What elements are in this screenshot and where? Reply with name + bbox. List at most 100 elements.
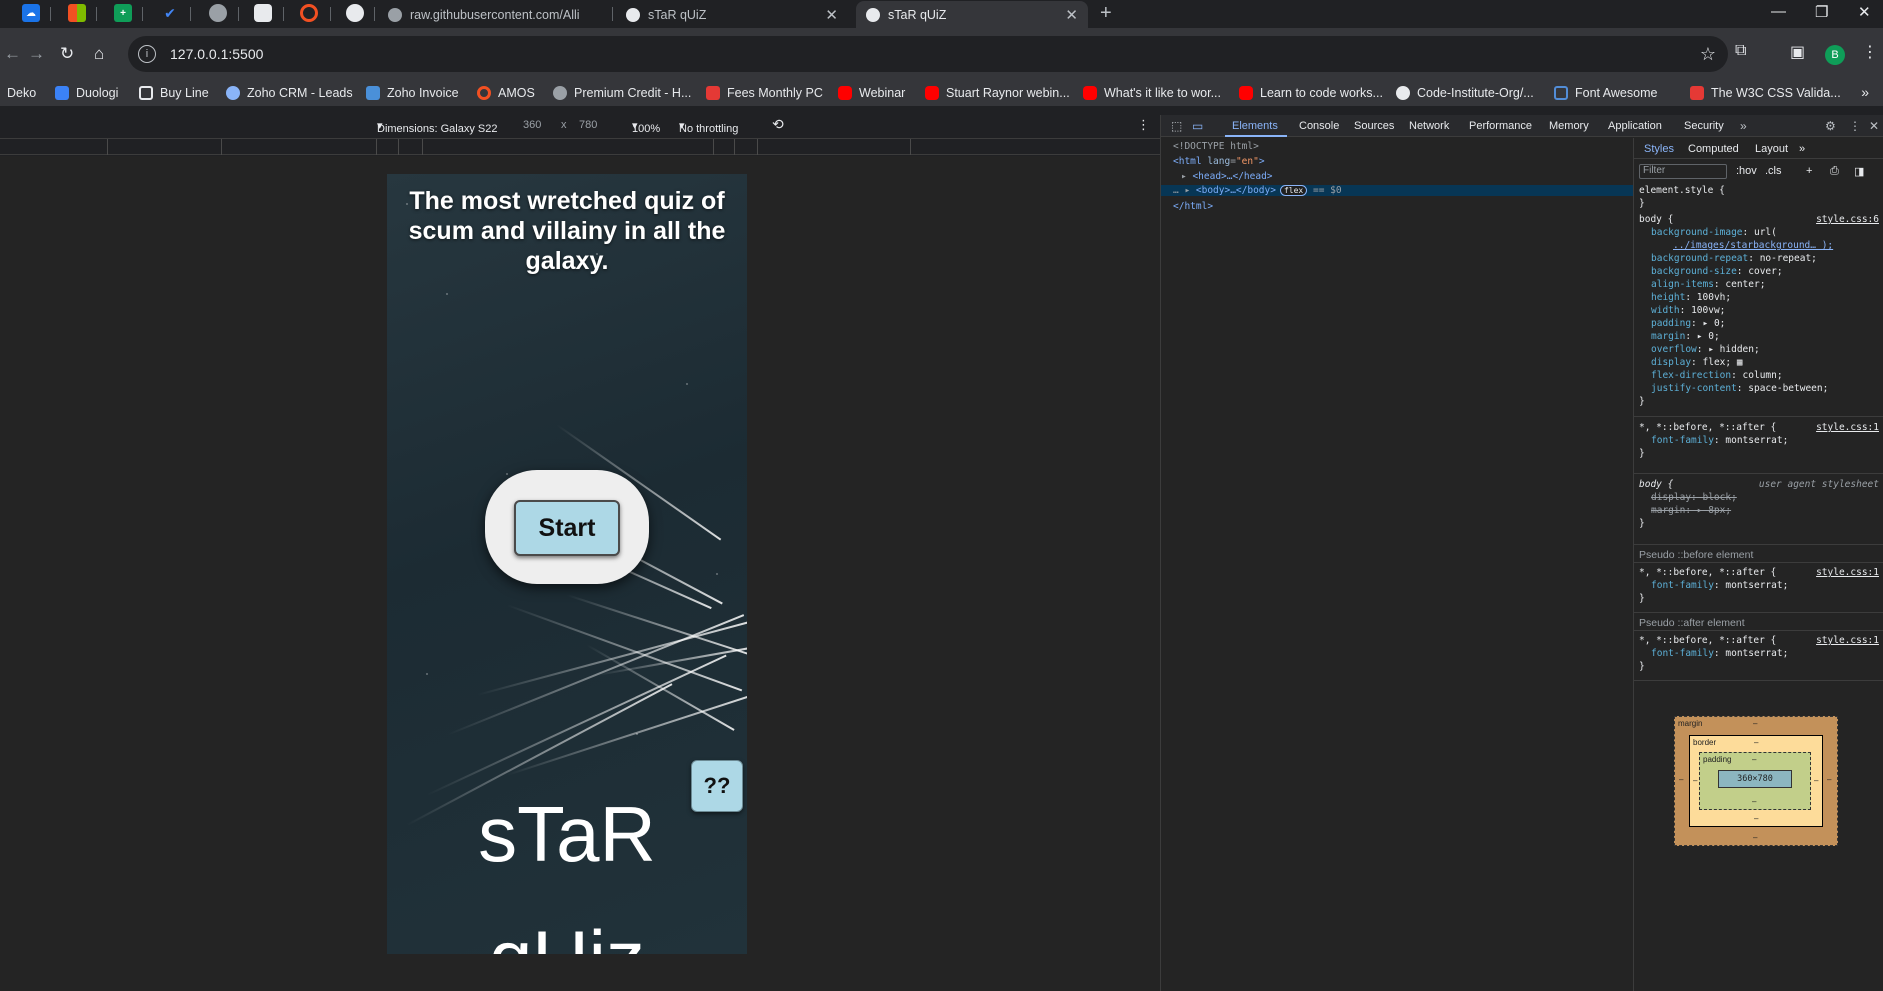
rule-source-link[interactable]: style.css:1 [1816, 421, 1879, 434]
tab-star-quiz-active[interactable]: sTaR qUiZ ✕ [856, 1, 1088, 28]
tab-console[interactable]: Console [1299, 120, 1339, 132]
tab-memory[interactable]: Memory [1549, 120, 1589, 132]
device-menu-kebab-icon[interactable]: ⋮ [1137, 117, 1150, 133]
media-query-ruler[interactable] [0, 138, 1160, 155]
window-close-icon[interactable]: ✕ [1858, 3, 1871, 21]
bookmark-item[interactable]: Deko [7, 84, 36, 102]
device-width-input[interactable]: 360 [523, 119, 541, 131]
rule-source-link[interactable]: style.css:1 [1816, 566, 1879, 579]
bookmark-item[interactable]: Premium Credit - H... [553, 84, 691, 102]
hov-toggle[interactable]: :hov [1736, 165, 1757, 177]
inspect-element-icon[interactable]: ⬚ [1171, 119, 1182, 133]
bookmark-item[interactable]: Webinar [838, 84, 905, 102]
tab-star-quiz-1[interactable]: sTaR qUiZ ✕ [616, 1, 848, 28]
bookmark-item[interactable]: Zoho Invoice [366, 84, 459, 102]
rule-source-link[interactable]: style.css:6 [1816, 213, 1879, 226]
dom-head[interactable]: ▸ <head>…</head> [1181, 171, 1273, 182]
forward-icon[interactable]: → [28, 44, 45, 64]
tab-elements[interactable]: Elements [1232, 120, 1278, 132]
microsoft-tab-icon[interactable] [68, 4, 86, 22]
bookmark-item[interactable]: Fees Monthly PC [706, 84, 823, 102]
rotate-icon[interactable]: ⟲ [772, 116, 784, 133]
element-state-icon[interactable]: ⎙ [1830, 165, 1839, 178]
menu-kebab-icon[interactable]: ⋮ [1862, 42, 1878, 62]
bookmark-item[interactable]: Font Awesome [1554, 84, 1657, 102]
check-tab-icon[interactable]: ✔ [161, 4, 179, 22]
address-bar[interactable]: i 127.0.0.1:5500 ☆ [128, 36, 1728, 72]
box-model-content[interactable]: 360×780 [1718, 770, 1792, 788]
dom-body-selected[interactable]: … ▸ <body>…</body> flex == $0 [1161, 185, 1633, 196]
tab-styles[interactable]: Styles [1644, 143, 1674, 155]
home-icon[interactable]: ⌂ [94, 44, 104, 64]
dom-html-close[interactable]: </html> [1173, 201, 1213, 212]
dom-doctype[interactable]: <!DOCTYPE html> [1173, 141, 1259, 152]
box-model-padding[interactable]: padding – – 360×780 [1699, 752, 1811, 810]
device-toggle-icon[interactable]: ▭ [1192, 119, 1203, 133]
restore-icon[interactable]: ❐ [1815, 3, 1828, 21]
bookmark-star-icon[interactable]: ☆ [1700, 44, 1716, 65]
bookmark-item[interactable]: Buy Line [139, 84, 209, 102]
dom-html-open[interactable]: <html lang="en"> [1173, 156, 1265, 167]
tab-application[interactable]: Application [1608, 120, 1662, 132]
new-tab-button[interactable]: + [1100, 2, 1112, 25]
sheets-tab-icon[interactable]: + [114, 4, 132, 22]
site-info-icon[interactable]: i [138, 45, 156, 63]
bookmark-item[interactable]: The W3C CSS Valida... [1690, 84, 1841, 102]
github-tab-icon[interactable] [346, 4, 364, 22]
pseudo-before-rule[interactable]: *, *::before, *::after { style.css:1 fon… [1639, 566, 1879, 605]
reload-icon[interactable]: ↻ [60, 44, 74, 64]
new-rule-icon[interactable]: + [1806, 165, 1812, 177]
bookmark-item[interactable]: Zoho CRM - Leads [226, 84, 353, 102]
chrome-tab-icon[interactable] [254, 4, 272, 22]
close-icon[interactable]: ✕ [825, 6, 838, 24]
throttling-select[interactable]: No throttling ▾ [679, 119, 738, 135]
tab-layout[interactable]: Layout [1755, 143, 1788, 155]
more-tabs-icon[interactable]: » [1740, 119, 1747, 133]
more-subtabs-icon[interactable]: » [1799, 143, 1805, 155]
tab-sources[interactable]: Sources [1354, 120, 1394, 132]
globe-tab-icon[interactable] [209, 4, 227, 22]
user-agent-rule[interactable]: body { user agent stylesheet display: bl… [1639, 478, 1879, 530]
ring-tab-icon[interactable] [300, 4, 318, 22]
devtools-close-icon[interactable]: ✕ [1869, 119, 1879, 133]
address-url[interactable]: 127.0.0.1:5500 [170, 46, 263, 62]
extensions-icon[interactable]: ⧉ [1735, 42, 1746, 60]
device-dimensions-select[interactable]: Dimensions: Galaxy S22 ▾ [377, 119, 497, 135]
tab-security[interactable]: Security [1684, 120, 1724, 132]
bookmark-item[interactable]: What's it like to wor... [1083, 84, 1221, 102]
zoom-select[interactable]: 100% ▾ [632, 119, 660, 135]
close-icon[interactable]: ✕ [1065, 6, 1078, 24]
device-height-input[interactable]: 780 [579, 119, 597, 131]
back-icon[interactable]: ← [4, 44, 21, 64]
tab-computed[interactable]: Computed [1688, 143, 1739, 155]
bookmarks-overflow-icon[interactable]: » [1861, 84, 1869, 100]
settings-gear-icon[interactable]: ⚙ [1825, 119, 1836, 133]
universal-rule[interactable]: *, *::before, *::after { style.css:1 fon… [1639, 421, 1879, 460]
sidebar-toggle-icon[interactable]: ◨ [1854, 165, 1864, 178]
box-model-border[interactable]: border – – – – padding – – 360×780 [1689, 735, 1823, 827]
minimize-icon[interactable]: — [1771, 3, 1786, 20]
image-url-link[interactable]: ../images/starbackground… ); [1673, 240, 1833, 251]
tab-performance[interactable]: Performance [1469, 120, 1532, 132]
start-button[interactable]: Start [514, 500, 620, 556]
bookmark-item[interactable]: Code-Institute-Org/... [1396, 84, 1534, 102]
devtools-menu-icon[interactable]: ⋮ [1849, 119, 1861, 133]
pseudo-after-rule[interactable]: *, *::before, *::after { style.css:1 fon… [1639, 634, 1879, 673]
styles-filter-input[interactable]: Filter [1639, 164, 1727, 179]
tab-raw-github[interactable]: raw.githubusercontent.com/Alli [378, 1, 608, 28]
bookmark-item[interactable]: AMOS [477, 84, 535, 102]
avatar[interactable]: B [1825, 45, 1845, 65]
flex-badge[interactable]: flex [1279, 185, 1308, 196]
bookmark-item[interactable]: Stuart Raynor webin... [925, 84, 1070, 102]
flex-editor-icon[interactable]: ▦ [1737, 357, 1743, 368]
tab-network[interactable]: Network [1409, 120, 1449, 132]
pinned-tab-icon[interactable]: ☁ [22, 4, 40, 22]
element-style-rule[interactable]: element.style { } [1639, 184, 1879, 210]
bookmark-item[interactable]: Learn to code works... [1239, 84, 1383, 102]
cls-toggle[interactable]: .cls [1765, 165, 1782, 177]
rule-source-link[interactable]: style.css:1 [1816, 634, 1879, 647]
box-model-margin[interactable]: margin – – – – border – – – – padding – … [1674, 716, 1838, 846]
body-style-rule[interactable]: body { style.css:6 background-image: url… [1639, 213, 1879, 408]
bookmark-item[interactable]: Duologi [55, 84, 118, 102]
side-panel-icon[interactable]: ▣ [1790, 42, 1805, 62]
